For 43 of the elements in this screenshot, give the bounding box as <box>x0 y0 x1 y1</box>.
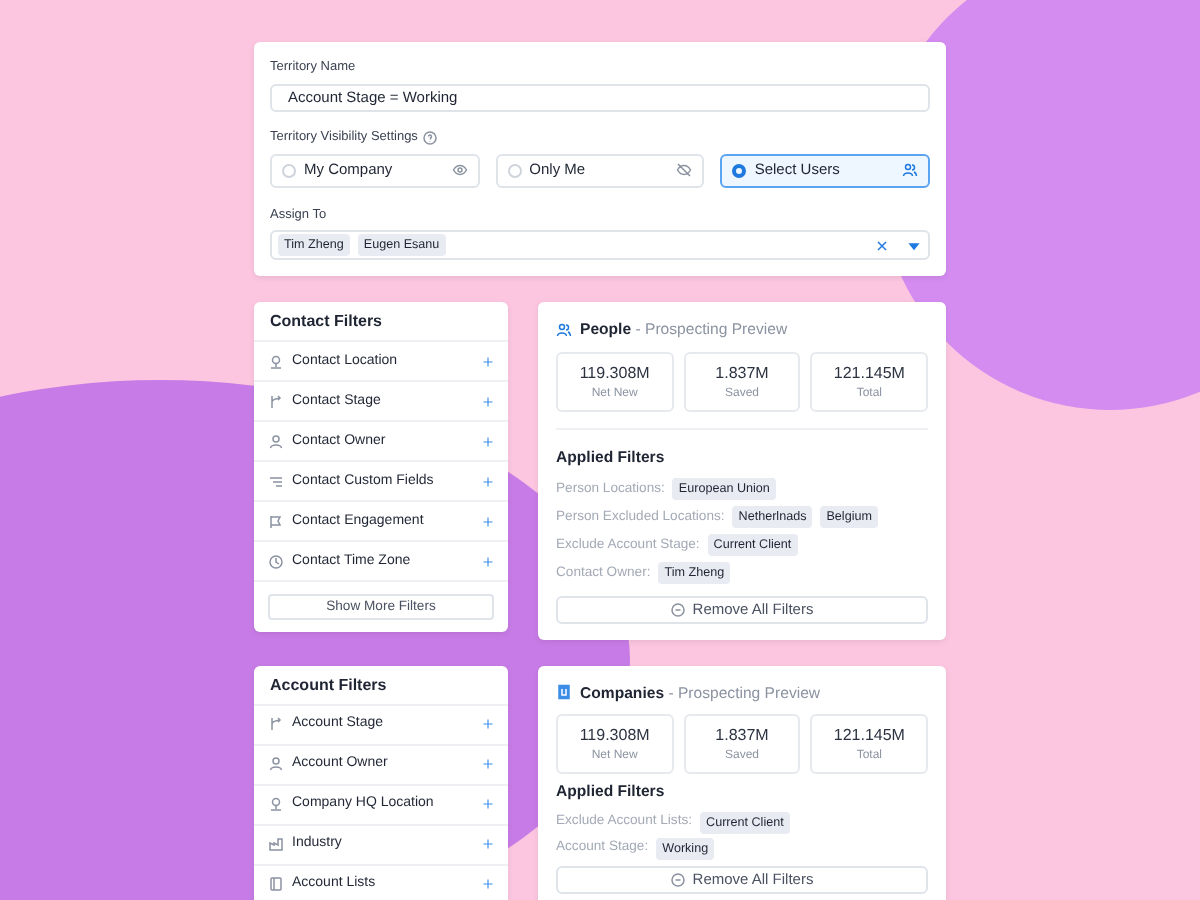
flag-icon <box>268 513 284 530</box>
clear-icon <box>874 237 890 254</box>
building-icon <box>556 684 572 701</box>
plus-icon <box>482 878 494 891</box>
stat-value: 119.308M <box>577 724 652 749</box>
person-icon <box>268 433 284 450</box>
plus-icon <box>482 555 494 568</box>
building-icon <box>268 836 284 853</box>
plus-icon <box>482 435 494 448</box>
remove-icon <box>670 872 687 888</box>
users-icon <box>902 162 919 178</box>
stat-value: 119.308M <box>577 361 652 386</box>
radio-icon <box>507 163 522 177</box>
stat-value: 121.145M <box>831 724 907 749</box>
pin-icon <box>268 796 284 813</box>
pin-icon <box>268 353 284 370</box>
stat-value: 1.837M <box>713 361 771 386</box>
users-icon <box>556 322 572 339</box>
help-icon <box>421 129 438 146</box>
document-icon <box>268 876 284 893</box>
plus-icon <box>482 395 494 408</box>
radio-icon <box>732 163 747 177</box>
branch-icon <box>268 393 284 410</box>
eye-off-icon <box>676 162 693 178</box>
plus-icon <box>482 718 494 731</box>
plus-icon <box>482 475 494 488</box>
person-icon <box>268 756 284 773</box>
stat-value: 1.837M <box>713 724 771 749</box>
remove-icon <box>670 601 687 618</box>
plus-icon <box>482 355 494 368</box>
list-icon <box>268 473 284 490</box>
plus-icon <box>482 798 494 811</box>
radio-icon <box>282 163 296 177</box>
stat-value: 121.145M <box>831 361 907 386</box>
plus-icon <box>482 758 494 771</box>
clock-icon <box>268 553 284 570</box>
plus-icon <box>482 515 494 528</box>
panel-title: Contact Filters <box>254 302 508 343</box>
plus-icon <box>482 838 494 851</box>
caret-icon <box>906 237 922 254</box>
eye-icon <box>451 162 468 178</box>
branch-icon <box>268 716 284 733</box>
panel-title: Account Filters <box>254 665 508 706</box>
